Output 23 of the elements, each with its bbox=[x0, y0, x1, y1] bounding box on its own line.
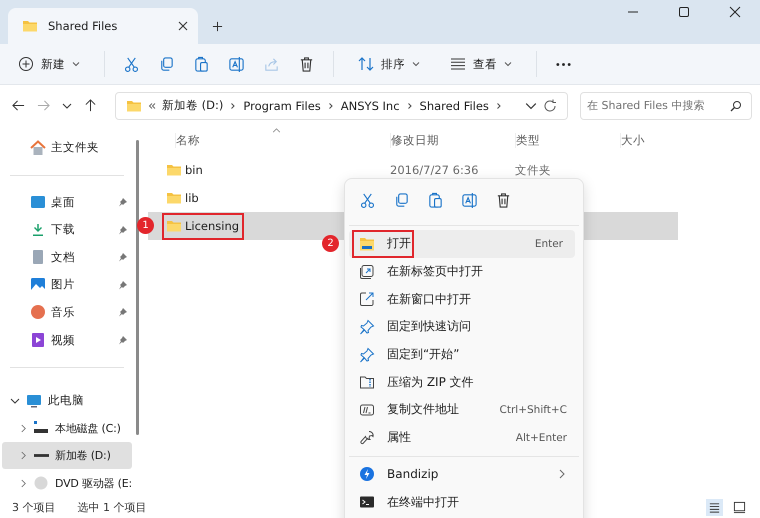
shortcut-text: Ctrl+Shift+C bbox=[500, 404, 567, 416]
item-label: 文档 bbox=[51, 250, 76, 265]
item-label: 图片 bbox=[51, 277, 76, 292]
item-label: 视频 bbox=[51, 332, 76, 348]
status-text: 选中 1 个项目 bbox=[78, 500, 146, 515]
tab-title: Shared Files bbox=[48, 19, 118, 33]
date-cell: 2016/7/27 6:36 bbox=[390, 163, 478, 177]
name-cell: lib bbox=[185, 191, 199, 205]
item-label: 桌面 bbox=[51, 194, 76, 210]
item-label: 本地磁盘 (C:) bbox=[55, 420, 121, 436]
shortcut-text: Enter bbox=[534, 238, 563, 250]
name-cell: Licensing bbox=[185, 219, 240, 233]
name-cell: bin bbox=[185, 163, 203, 177]
type-cell: 文件夹 bbox=[515, 162, 551, 178]
item-label: 音乐 bbox=[51, 304, 76, 320]
shortcut-text: Alt+Enter bbox=[516, 432, 567, 444]
item-label: 下载 bbox=[51, 222, 76, 238]
callout-badge: 2 bbox=[322, 235, 339, 252]
status-text: 3 个项目 bbox=[12, 500, 56, 515]
item-label: 主文件夹 bbox=[51, 140, 99, 156]
item-label: 新加卷 (D:) bbox=[55, 448, 111, 464]
item-label: 此电脑 bbox=[48, 393, 84, 408]
item-label: DVD 驱动器 (E: bbox=[55, 476, 132, 491]
